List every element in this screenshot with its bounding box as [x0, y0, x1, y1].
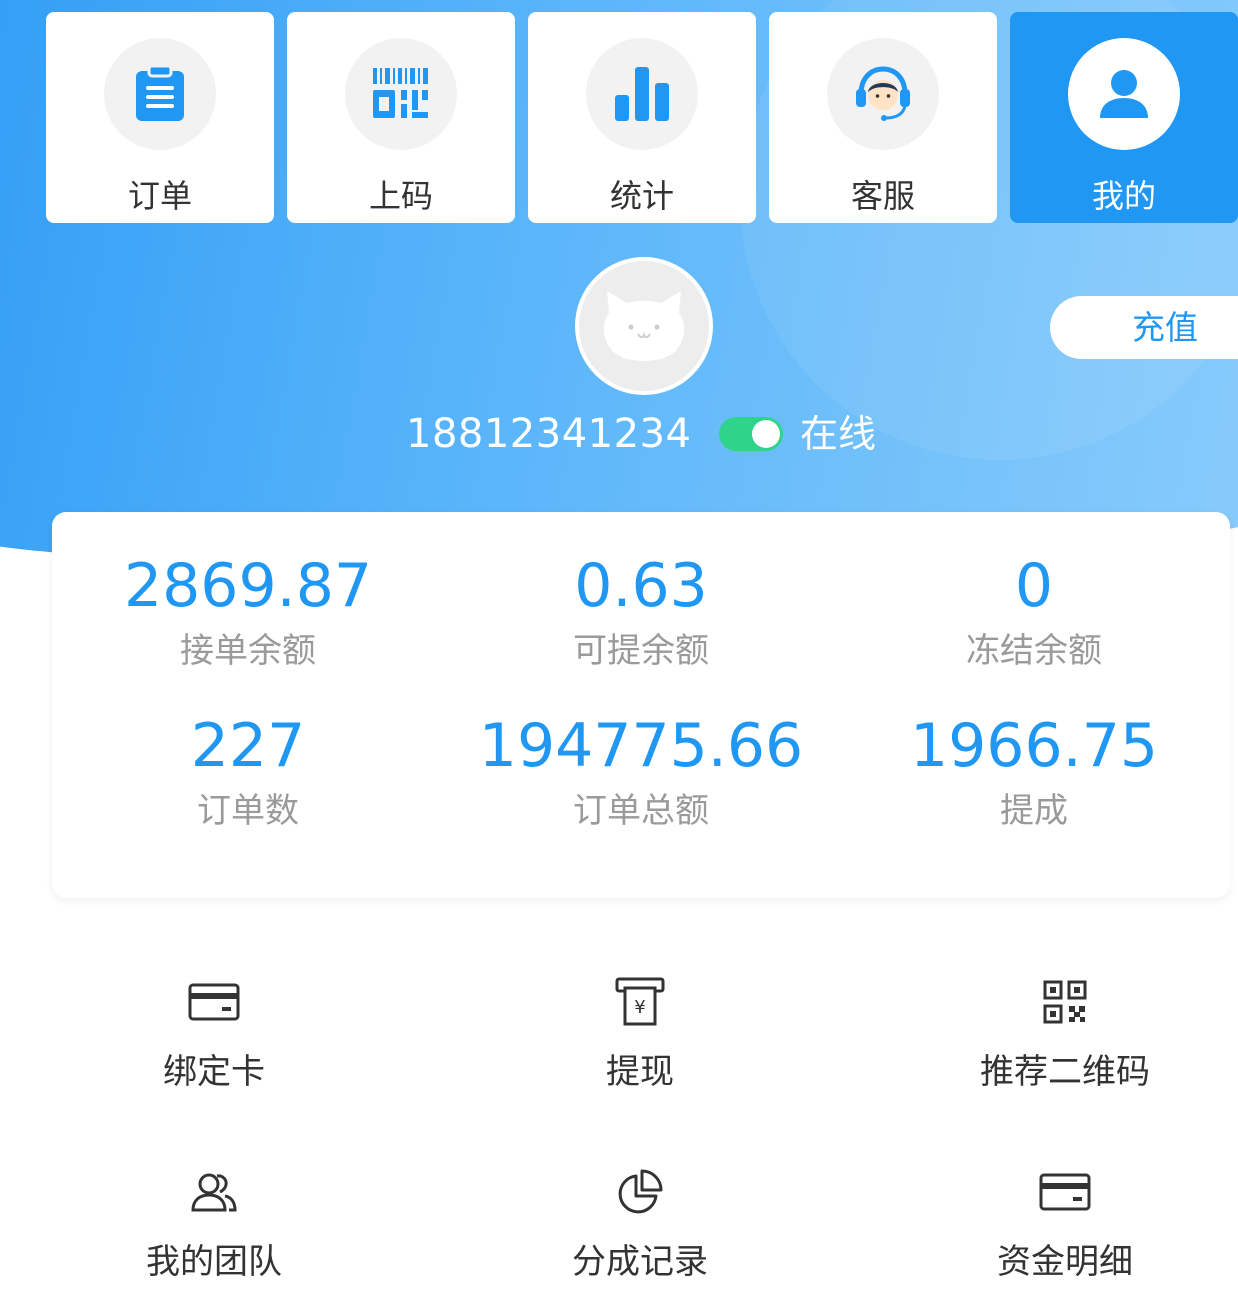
- stat-label: 提成: [1000, 791, 1068, 831]
- nav-tile-customer-service[interactable]: 客服: [769, 12, 997, 223]
- nav-tile-upload-code[interactable]: 上码: [287, 12, 515, 223]
- stat-label: 可提余额: [573, 631, 709, 671]
- stat-order-total: 194775.66 订单总额: [445, 710, 837, 832]
- menu-commission-records[interactable]: 分成记录: [490, 1166, 790, 1284]
- stat-value: 0: [1014, 551, 1054, 621]
- nav-icon-circle: [345, 38, 457, 150]
- stat-label: 冻结余额: [966, 631, 1102, 671]
- stats-card: 2869.87 接单余额 0.63 可提余额 0 冻结余额 227 订单数 19…: [52, 512, 1230, 898]
- top-nav: 订单 上码 统计 客服 我的: [46, 12, 1238, 223]
- svg-text:¥: ¥: [634, 997, 645, 1018]
- nav-tile-mine[interactable]: 我的: [1010, 12, 1238, 223]
- stat-value: 0.63: [574, 551, 708, 621]
- page: 订单 上码 统计 客服 我的 充值 18812341234 在线 2869.87…: [0, 0, 1238, 1306]
- menu-label: 分成记录: [572, 1242, 708, 1282]
- withdraw-icon: ¥: [615, 977, 665, 1026]
- avatar[interactable]: [575, 257, 713, 395]
- menu-label: 绑定卡: [163, 1052, 265, 1092]
- stat-value: 2869.87: [123, 551, 373, 621]
- user-icon: [1100, 70, 1148, 118]
- stat-commission: 1966.75 提成: [838, 710, 1230, 832]
- clipboard-icon: [136, 65, 184, 121]
- pie-chart-icon: [618, 1169, 663, 1214]
- cat-avatar-icon: [603, 291, 685, 361]
- menu-bind-card[interactable]: 绑定卡: [64, 976, 364, 1094]
- nav-label: 上码: [368, 177, 433, 215]
- online-toggle[interactable]: [719, 417, 783, 451]
- nav-tile-orders[interactable]: 订单: [46, 12, 274, 223]
- nav-label: 客服: [850, 177, 915, 215]
- menu-my-team[interactable]: 我的团队: [64, 1166, 364, 1284]
- stat-label: 订单数: [197, 791, 299, 831]
- team-icon: [191, 1173, 237, 1212]
- stat-label: 接单余额: [180, 631, 316, 671]
- menu-withdraw[interactable]: ¥ 提现: [490, 976, 790, 1094]
- barcode-icon: [373, 68, 428, 118]
- toggle-knob: [752, 420, 780, 448]
- menu-fund-details[interactable]: 资金明细: [915, 1166, 1215, 1284]
- wallet-card-icon: [1039, 1173, 1091, 1211]
- stat-frozen-balance: 0 冻结余额: [838, 550, 1230, 672]
- menu-label: 资金明细: [997, 1242, 1133, 1282]
- menu-label: 推荐二维码: [980, 1052, 1150, 1092]
- menu-referral-qr[interactable]: 推荐二维码: [915, 976, 1215, 1094]
- stat-label: 订单总额: [573, 791, 709, 831]
- nav-tile-statistics[interactable]: 统计: [528, 12, 756, 223]
- headset-agent-icon: [856, 66, 910, 121]
- nav-icon-circle: [827, 38, 939, 150]
- recharge-button[interactable]: 充值: [1050, 296, 1238, 359]
- stat-value: 227: [190, 711, 306, 781]
- online-status-label: 在线: [800, 412, 877, 456]
- nav-icon-circle: [586, 38, 698, 150]
- stat-value: 194775.66: [478, 711, 804, 781]
- nav-label: 我的: [1091, 177, 1156, 215]
- stat-order-balance: 2869.87 接单余额: [52, 550, 444, 672]
- card-icon: [188, 983, 240, 1021]
- menu-label: 提现: [606, 1052, 674, 1092]
- nav-label: 统计: [609, 177, 674, 215]
- stat-value: 1966.75: [909, 711, 1159, 781]
- nav-icon-circle: [104, 38, 216, 150]
- bar-chart-icon: [615, 67, 669, 121]
- nav-label: 订单: [127, 177, 192, 215]
- stat-withdrawable-balance: 0.63 可提余额: [445, 550, 837, 672]
- phone-number: 18812341234: [406, 411, 692, 457]
- stat-order-count: 227 订单数: [52, 710, 444, 832]
- menu-label: 我的团队: [146, 1242, 282, 1282]
- nav-icon-circle: [1068, 38, 1180, 150]
- qr-code-icon: [1043, 980, 1087, 1024]
